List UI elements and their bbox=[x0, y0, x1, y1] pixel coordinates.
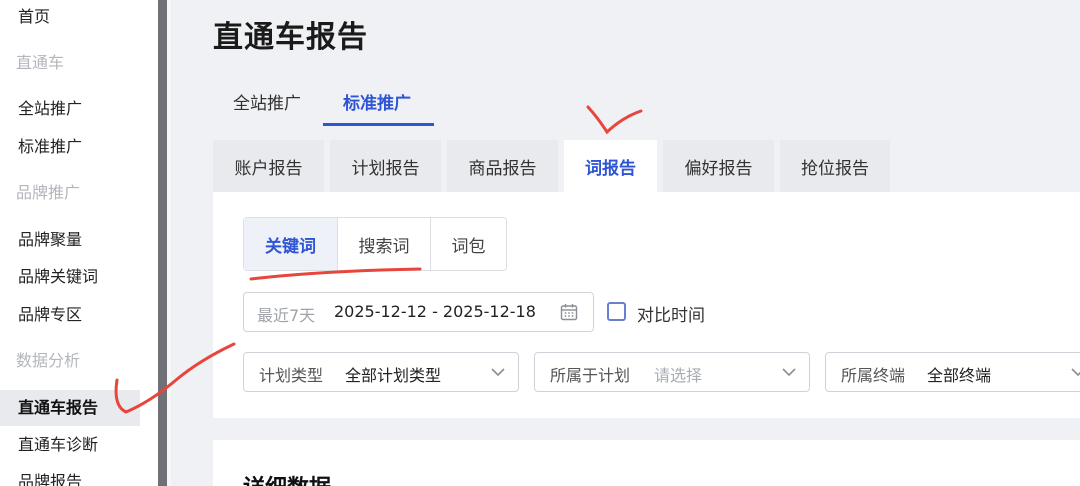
sidebar-divider bbox=[167, 0, 171, 486]
sidebar-item-brand-report[interactable]: 品牌报告 bbox=[18, 472, 82, 486]
sidebar-item-full-site-promotion[interactable]: 全站推广 bbox=[18, 99, 82, 119]
calendar-icon[interactable] bbox=[560, 303, 578, 321]
sidebar-item-zhitongche-diagnosis[interactable]: 直通车诊断 bbox=[18, 435, 98, 455]
tab-rank-bid-report[interactable]: 抢位报告 bbox=[780, 140, 890, 192]
sidebar-item-home[interactable]: 首页 bbox=[18, 7, 50, 27]
sidebar-item-brand-keyword[interactable]: 品牌关键词 bbox=[18, 267, 98, 287]
date-range-picker[interactable]: 最近7天 2025-12-12 - 2025-12-18 bbox=[243, 292, 594, 332]
tab-product-report[interactable]: 商品报告 bbox=[447, 140, 558, 192]
chevron-down-icon bbox=[782, 368, 796, 377]
word-type-segmented-control: 关键词 搜索词 词包 bbox=[243, 217, 507, 271]
sidebar-item-standard-promotion[interactable]: 标准推广 bbox=[18, 137, 82, 157]
select-value: 全部终端 bbox=[927, 366, 992, 385]
annotation-check-mark bbox=[586, 105, 643, 135]
subtab-word-package[interactable]: 词包 bbox=[431, 218, 506, 270]
subtab-search-term[interactable]: 搜索词 bbox=[338, 218, 430, 270]
compare-time-label[interactable]: 对比时间 bbox=[637, 301, 705, 326]
subtab-keyword[interactable]: 关键词 bbox=[244, 218, 337, 270]
page-title: 直通车报告 bbox=[213, 20, 368, 55]
sidebar-item-brand-zone[interactable]: 品牌专区 bbox=[18, 305, 82, 325]
sidebar-scrollbar[interactable] bbox=[158, 0, 167, 486]
tab-word-report[interactable]: 词报告 bbox=[564, 140, 657, 192]
tab-full-site-promotion[interactable]: 全站推广 bbox=[233, 89, 301, 114]
select-label: 所属于计划 bbox=[550, 366, 631, 385]
sidebar-item-brand-volume[interactable]: 品牌聚量 bbox=[18, 230, 82, 250]
sidebar: 首页 直通车 全站推广 标准推广 品牌推广 品牌聚量 品牌关键词 品牌专区 数据… bbox=[0, 0, 158, 486]
select-label: 所属终端 bbox=[841, 366, 906, 385]
select-value: 全部计划类型 bbox=[345, 366, 442, 385]
compare-time-checkbox[interactable] bbox=[607, 302, 626, 321]
chevron-down-icon bbox=[491, 368, 505, 377]
sidebar-group-brand-promotion: 品牌推广 bbox=[16, 183, 81, 202]
plan-select[interactable]: 所属于计划 请选择 bbox=[534, 352, 810, 392]
sidebar-group-data-analysis: 数据分析 bbox=[16, 351, 81, 370]
select-label: 计划类型 bbox=[259, 366, 324, 385]
detail-data-title: 详细数据 bbox=[243, 470, 331, 486]
plan-type-select[interactable]: 计划类型 全部计划类型 bbox=[243, 352, 519, 392]
detail-data-panel bbox=[213, 440, 1080, 486]
tab-account-report[interactable]: 账户报告 bbox=[213, 140, 324, 192]
select-placeholder: 请选择 bbox=[654, 366, 703, 385]
chevron-down-icon bbox=[1071, 368, 1080, 377]
tab-plan-report[interactable]: 计划报告 bbox=[330, 140, 441, 192]
date-range-value: 2025-12-12 - 2025-12-18 bbox=[334, 302, 536, 321]
terminal-select[interactable]: 所属终端 全部终端 bbox=[825, 352, 1080, 392]
active-tab-indicator bbox=[323, 123, 434, 126]
tab-standard-promotion[interactable]: 标准推广 bbox=[343, 89, 411, 114]
tab-preference-report[interactable]: 偏好报告 bbox=[663, 140, 774, 192]
date-preset-label: 最近7天 bbox=[257, 306, 316, 325]
sidebar-item-zhitongche-report[interactable]: 直通车报告 bbox=[18, 398, 98, 418]
sidebar-group-zhitongche: 直通车 bbox=[16, 53, 65, 72]
